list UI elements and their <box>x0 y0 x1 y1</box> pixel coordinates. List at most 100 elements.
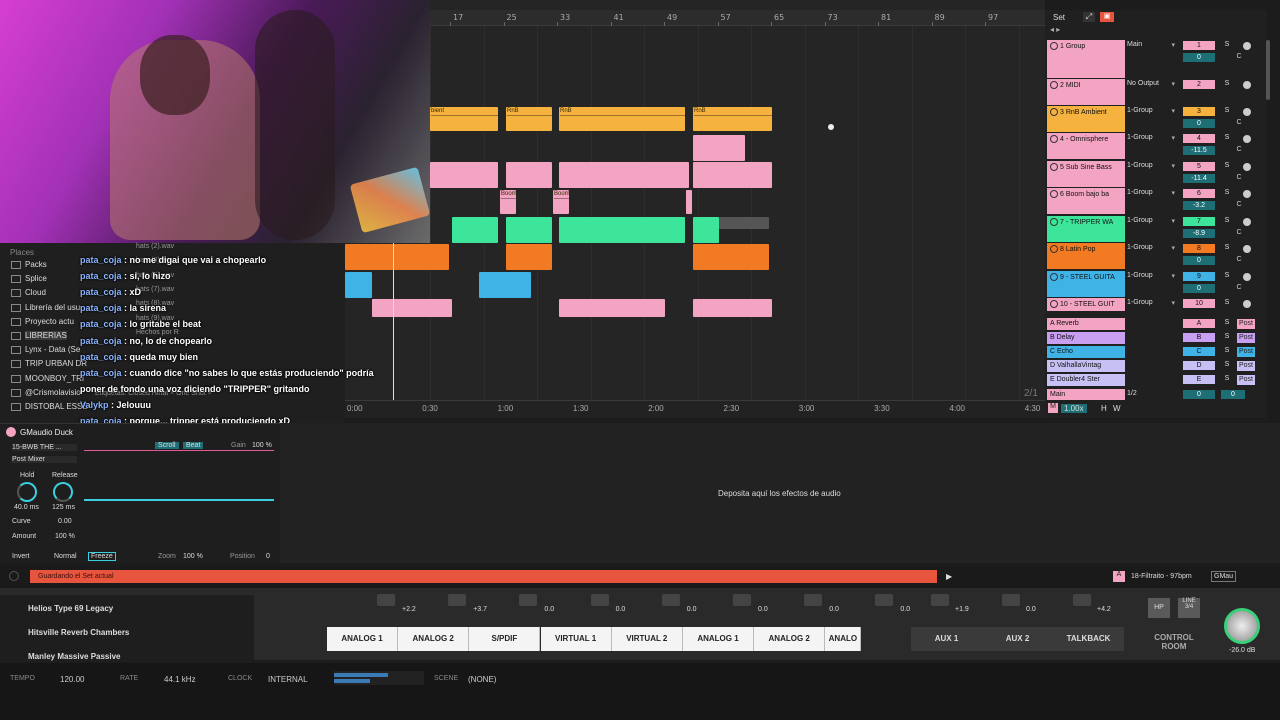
return-letter[interactable]: E <box>1183 375 1215 384</box>
device-power-icon[interactable] <box>6 427 16 437</box>
channel-label[interactable]: ANALOG 2 <box>398 627 470 651</box>
channel-label[interactable]: AUX 2 <box>982 627 1053 651</box>
track-header[interactable]: 1 Group <box>1047 40 1125 78</box>
gain-value[interactable]: 100 % <box>252 442 272 449</box>
monitor-icon[interactable] <box>1243 300 1251 308</box>
release-knob[interactable] <box>53 482 73 502</box>
release-value[interactable]: 125 ms <box>52 504 75 511</box>
clip-rnb[interactable]: RnB <box>559 107 685 131</box>
clip-subbass[interactable] <box>559 162 689 188</box>
track-routing[interactable]: Main ▾ <box>1127 41 1175 49</box>
channel-knob[interactable] <box>519 594 538 606</box>
track-arm-icon[interactable] <box>1050 245 1058 253</box>
track-header[interactable]: 2 MIDI <box>1047 79 1125 105</box>
monitor-icon[interactable] <box>1243 218 1251 226</box>
track-arm-icon[interactable] <box>1050 135 1058 143</box>
monitor-icon[interactable] <box>1243 273 1251 281</box>
line-button[interactable]: LINE 3/4 <box>1178 598 1200 618</box>
track-routing[interactable]: 1-Group ▾ <box>1127 272 1175 280</box>
track-number[interactable]: 2 <box>1183 80 1215 89</box>
pan-value[interactable]: C <box>1233 284 1245 293</box>
scene-value[interactable]: (NONE) <box>468 675 496 684</box>
channel-label[interactable]: VIRTUAL 1 <box>540 627 612 651</box>
mode-select[interactable]: Post Mixer <box>12 456 77 463</box>
plugin-item[interactable]: Helios Type 69 Legacy <box>28 604 113 614</box>
dropdown-icon[interactable]: ▾ <box>1171 80 1175 88</box>
dropdown-icon[interactable]: ▾ <box>1171 162 1175 170</box>
track-arm-icon[interactable] <box>1050 163 1058 171</box>
track-volume[interactable]: -8.9 <box>1183 229 1215 238</box>
track-header[interactable]: 3 RnB Ambient <box>1047 106 1125 132</box>
position-value[interactable]: 0 <box>266 553 270 560</box>
channel-knob[interactable] <box>733 594 751 606</box>
channel-knob[interactable] <box>931 594 949 606</box>
plugin-item[interactable]: Hitsville Reverb Chambers <box>28 628 129 638</box>
channel-knob[interactable] <box>804 594 823 606</box>
post-button[interactable]: Post <box>1237 333 1255 343</box>
return-header[interactable]: E Doubler4 Ster <box>1047 374 1125 386</box>
return-header[interactable]: B Delay <box>1047 332 1125 344</box>
track-header[interactable]: 6 Boom bajo ba <box>1047 188 1125 214</box>
solo-button[interactable]: S <box>1221 360 1233 370</box>
track-volume[interactable]: -11.4 <box>1183 174 1215 183</box>
track-number[interactable]: 5 <box>1183 162 1215 171</box>
track-number[interactable]: 3 <box>1183 107 1215 116</box>
channel-label[interactable]: ANALO <box>825 627 862 651</box>
channel-label[interactable]: S/PDIF <box>469 627 541 651</box>
clip-rnb[interactable]: RnB <box>506 107 552 131</box>
channel-knob[interactable] <box>377 594 395 606</box>
channel-label[interactable]: VIRTUAL 2 <box>611 627 683 651</box>
track-number[interactable]: 10 <box>1183 299 1215 308</box>
track-number[interactable]: 9 <box>1183 272 1215 281</box>
channel-label[interactable]: ANALOG 1 <box>327 627 398 651</box>
clip-latin[interactable] <box>693 244 769 270</box>
curve-value[interactable]: 0.00 <box>58 518 72 525</box>
return-header[interactable]: C Echo <box>1047 346 1125 358</box>
track-arm-icon[interactable] <box>1050 108 1058 116</box>
pan-value[interactable]: C <box>1233 201 1245 210</box>
solo-button[interactable]: S <box>1221 243 1233 253</box>
clip-latin[interactable] <box>506 244 552 270</box>
solo-button[interactable]: S <box>1221 271 1233 281</box>
hp-button[interactable]: HP <box>1148 598 1170 618</box>
channel-knob[interactable] <box>661 594 680 606</box>
solo-button[interactable]: S <box>1221 318 1233 328</box>
clip-subbass[interactable] <box>430 162 498 188</box>
channel-knob[interactable] <box>590 594 609 606</box>
track-header[interactable]: 4 - Omnisphere <box>1047 133 1125 159</box>
monitor-icon[interactable] <box>1243 108 1251 116</box>
pan-value[interactable]: C <box>1233 119 1245 128</box>
zoom-value[interactable]: 100 % <box>183 553 203 560</box>
return-header[interactable]: A Reverb <box>1047 318 1125 330</box>
return-header[interactable]: D ValhallaVintag <box>1047 360 1125 372</box>
track-header[interactable]: 10 - STEEL GUIT <box>1047 298 1125 311</box>
clip-steel2[interactable] <box>559 299 665 317</box>
solo-button[interactable]: S <box>1221 79 1233 89</box>
monitor-icon[interactable] <box>1243 245 1251 253</box>
monitor-icon[interactable] <box>1243 163 1251 171</box>
clip-disabled[interactable] <box>719 217 769 229</box>
solo-button[interactable]: S <box>1221 40 1233 50</box>
preset-select[interactable]: 15-BWB THE ... <box>12 444 77 451</box>
pan-value[interactable]: C <box>1233 174 1245 183</box>
solo-button[interactable]: S <box>1221 346 1233 356</box>
track-number[interactable]: 1 <box>1183 41 1215 50</box>
zoom-readout[interactable]: 1.00x <box>1061 404 1087 413</box>
post-button[interactable]: Post <box>1237 319 1255 329</box>
track-arm-icon[interactable] <box>1050 300 1058 308</box>
pan-value[interactable]: C <box>1233 53 1245 62</box>
post-button[interactable]: Post <box>1237 375 1255 385</box>
track-volume[interactable]: 0 <box>1183 119 1215 128</box>
clip-subbass[interactable] <box>693 162 772 188</box>
clip-tripper[interactable] <box>506 217 552 243</box>
h-toggle[interactable]: H <box>1101 404 1107 413</box>
normal-mode[interactable]: Normal <box>54 553 77 560</box>
time-ruler[interactable]: 0:00 0:30 1:00 1:30 2:00 2:30 3:00 3:30 4:00 4:30 <box>345 400 1045 418</box>
clip-omnisphere[interactable] <box>693 135 745 161</box>
channel-label[interactable]: ANALOG 1 <box>683 627 754 651</box>
track-number[interactable]: 6 <box>1183 189 1215 198</box>
track-routing[interactable]: 1-Group ▾ <box>1127 162 1175 170</box>
track-arm-icon[interactable] <box>1050 42 1058 50</box>
track-volume[interactable]: 0 <box>1183 53 1215 62</box>
invert-label[interactable]: Invert <box>12 553 30 560</box>
